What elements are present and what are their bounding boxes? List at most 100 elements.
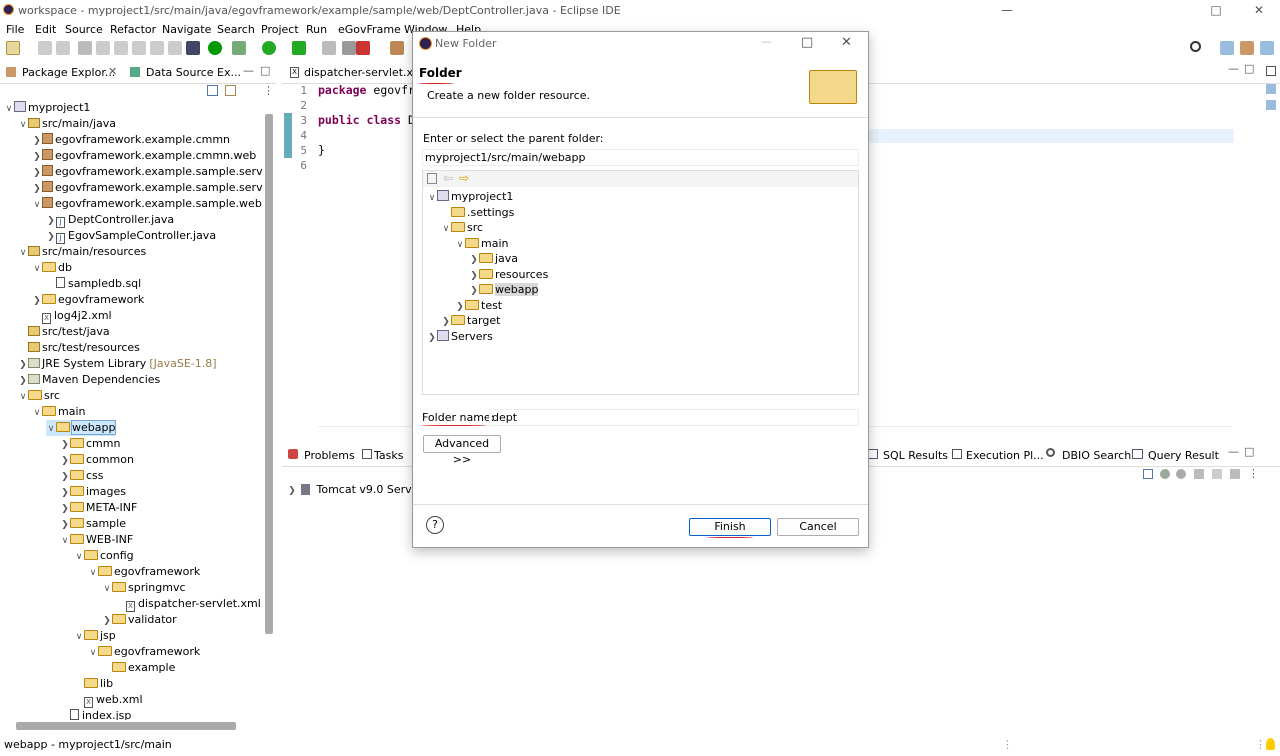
tree-item[interactable]: ∨ src/main/resources (18, 244, 147, 260)
chevron-right-icon[interactable]: ❯ (18, 373, 28, 389)
link-editor-icon[interactable] (225, 85, 236, 96)
menu-project[interactable]: Project (261, 23, 299, 36)
menu-run[interactable]: Run (306, 23, 327, 36)
folder-tree-item[interactable]: ❯ Servers (427, 329, 493, 345)
chevron-right-icon[interactable]: ❯ (60, 501, 70, 517)
chevron-right-icon[interactable]: ❯ (60, 517, 70, 533)
tree-item[interactable]: ❯ egovframework (32, 292, 144, 308)
tree-item[interactable]: ∨ egovframework (88, 644, 201, 661)
chevron-right-icon[interactable]: ❯ (46, 213, 56, 229)
back-arrow-icon[interactable]: ⇦ (443, 171, 453, 185)
search-icon[interactable] (1190, 41, 1201, 52)
chevron-down-icon[interactable]: ∨ (455, 237, 465, 253)
tree-item[interactable]: ❯ egovframework.example.sample.service (32, 164, 263, 180)
advanced-button[interactable]: Advanced >> (423, 435, 501, 466)
terminal-icon[interactable] (208, 41, 222, 55)
tree-item[interactable]: ❯ css (60, 468, 103, 484)
dialog-close-icon[interactable]: ✕ (841, 35, 852, 50)
folder-tree-item[interactable]: ∨ src (441, 220, 483, 236)
tree-item[interactable]: ∨ springmvc (102, 580, 186, 596)
profile-server-icon[interactable] (1194, 469, 1204, 479)
tree-item[interactable]: index.jsp (60, 708, 131, 720)
toolbar-icon-8[interactable] (168, 41, 182, 55)
tree-item[interactable]: ∨ WEB-INF (60, 532, 133, 548)
tree-item[interactable]: Xlog4j2.xml (32, 308, 112, 324)
chevron-down-icon[interactable]: ∨ (102, 581, 112, 597)
chevron-down-icon[interactable]: ∨ (32, 197, 42, 213)
tip-bulb-icon[interactable] (1266, 738, 1275, 750)
chevron-right-icon[interactable]: ❯ (427, 330, 437, 346)
chevron-down-icon[interactable]: ∨ (74, 549, 84, 565)
chevron-right-icon[interactable]: ❯ (32, 165, 42, 181)
save-icon[interactable] (38, 41, 52, 55)
skip-breakpoints-icon[interactable] (96, 41, 110, 55)
toolbar-icon-5[interactable] (114, 41, 128, 55)
chevron-down-icon[interactable]: ∨ (32, 405, 42, 421)
tab-data-source-explorer[interactable]: Data Source Ex... (146, 66, 241, 79)
folder-name-input[interactable]: dept (489, 409, 859, 426)
tree-item[interactable]: ❯ Maven Dependencies (18, 372, 160, 388)
bottom-maximize-icon[interactable]: □ (1244, 445, 1254, 458)
start-server-icon[interactable] (1176, 469, 1186, 479)
folder-tree-item[interactable]: ❯ java (469, 251, 518, 267)
save-all-icon[interactable] (56, 41, 70, 55)
folder-tree-item[interactable]: ❯ webapp (469, 282, 539, 298)
tree-item[interactable]: ∨ config (74, 548, 134, 564)
tab-package-explorer[interactable]: Package Explor... (22, 66, 115, 79)
tree-item[interactable]: ❯ J EgovSampleController.java (46, 228, 216, 244)
folder-tree-item[interactable]: .settings (441, 205, 514, 221)
tab-execution-plan[interactable]: Execution Pl... (966, 449, 1044, 462)
folder-tree-item[interactable]: ❯ target (441, 313, 500, 329)
run-icon[interactable] (262, 41, 276, 55)
close-tab-icon[interactable]: ✕ (108, 65, 117, 78)
tree-item[interactable]: ❯ validator (102, 612, 176, 628)
tree-item[interactable]: Xweb.xml (74, 692, 143, 708)
external-tools-icon[interactable] (322, 41, 336, 55)
menu-egovframe[interactable]: eGovFrame (338, 23, 401, 36)
chevron-down-icon[interactable]: ∨ (88, 645, 98, 661)
chevron-down-icon[interactable]: ∨ (88, 565, 98, 581)
tab-dispatcher-servlet[interactable]: dispatcher-servlet.xml (304, 66, 427, 79)
toolbar-icon-7[interactable] (150, 41, 164, 55)
publish-icon[interactable] (1230, 469, 1240, 479)
help-icon[interactable]: ? (426, 516, 444, 534)
tab-query-result[interactable]: Query Result (1148, 449, 1219, 462)
stop-icon[interactable] (342, 41, 356, 55)
egov-perspective-icon[interactable] (1260, 41, 1274, 55)
chevron-right-icon[interactable]: ❯ (60, 453, 70, 469)
tree-item[interactable]: sampledb.sql (46, 276, 141, 292)
editor-maximize-icon[interactable]: □ (1244, 62, 1254, 75)
parent-folder-input[interactable]: myproject1/src/main/webapp (422, 149, 859, 166)
chevron-down-icon[interactable]: ∨ (427, 190, 437, 206)
folder-tree-item[interactable]: ∨ main (455, 236, 509, 253)
tree-item[interactable]: ❯ cmmn (60, 436, 120, 452)
tree-item[interactable]: ❯ egovframework.example.cmmn.web (32, 148, 256, 164)
tree-item[interactable]: ∨ src (18, 388, 60, 404)
chevron-right-icon[interactable]: ❯ (32, 133, 42, 149)
tree-item[interactable]: ∨ egovframework (88, 564, 201, 581)
dialog-minimize-icon[interactable]: — (761, 35, 772, 48)
tree-item[interactable]: ❯ sample (60, 516, 126, 532)
tab-problems[interactable]: Problems (304, 449, 355, 462)
tree-item[interactable]: src/test/java (18, 324, 110, 340)
tree-item[interactable]: ∨ main (32, 404, 86, 421)
dialog-maximize-icon[interactable]: □ (801, 35, 813, 50)
tree-item[interactable]: ∨ myproject1 (4, 100, 90, 116)
maximize-view-icon[interactable]: □ (260, 64, 270, 77)
home-icon[interactable] (427, 173, 437, 184)
folder-tree-item[interactable]: ❯ resources (469, 267, 548, 283)
tree-item[interactable]: ❯ J DeptController.java (46, 212, 174, 228)
tree-item[interactable]: example (102, 660, 175, 676)
chevron-down-icon[interactable]: ∨ (46, 421, 56, 437)
tree-item[interactable]: ❯ images (60, 484, 126, 500)
minimize-view-icon[interactable]: — (243, 64, 254, 77)
tree-item[interactable]: ∨ jsp (74, 628, 116, 644)
chevron-right-icon[interactable]: ❯ (32, 181, 42, 197)
tree-item[interactable]: ∨ db (32, 260, 72, 276)
chevron-down-icon[interactable]: ∨ (441, 221, 451, 237)
chevron-right-icon[interactable]: ❯ (46, 229, 56, 245)
editor-vertical-scrollbar[interactable] (1236, 84, 1246, 424)
collapse-icon[interactable] (1143, 469, 1153, 479)
tree-item[interactable]: ❯ egovframework.example.cmmn (32, 132, 230, 148)
menu-search[interactable]: Search (217, 23, 255, 36)
